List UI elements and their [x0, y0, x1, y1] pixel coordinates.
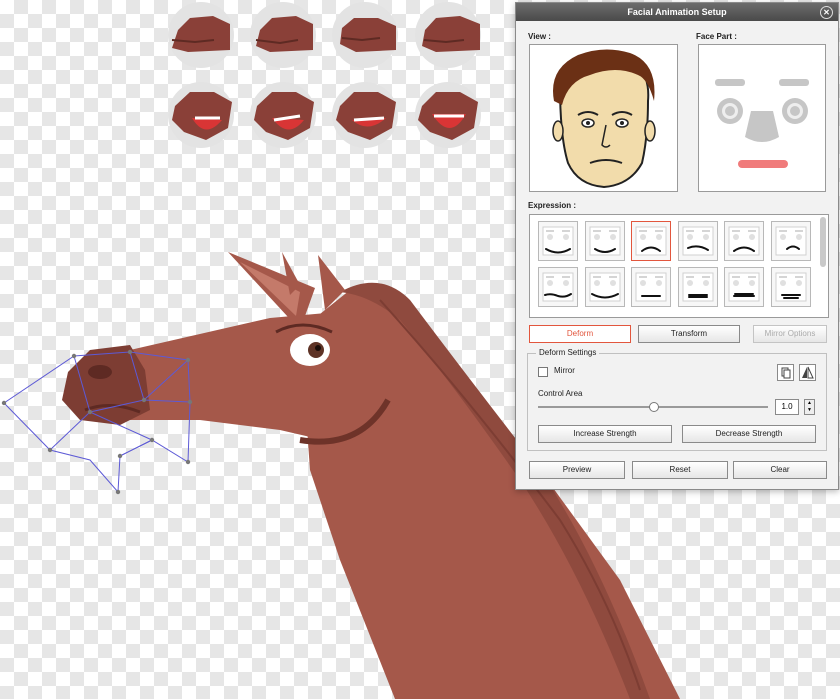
thumbnail-4[interactable] — [415, 2, 481, 68]
window-titlebar[interactable]: Facial Animation Setup ✕ — [516, 3, 838, 21]
decrease-strength-button[interactable]: Decrease Strength — [682, 425, 816, 443]
mirror-options-button[interactable]: Mirror Options — [753, 325, 827, 343]
thumbnail-8[interactable] — [415, 82, 481, 148]
thumbnail-1[interactable] — [168, 2, 234, 68]
clear-button[interactable]: Clear — [733, 461, 827, 479]
deform-settings-group: Deform Settings Mirror Control Area 1.0 … — [527, 348, 827, 451]
expression-thumb-6[interactable] — [770, 221, 811, 261]
expression-thumb-5[interactable] — [724, 221, 764, 261]
preview-button[interactable]: Preview — [529, 461, 625, 479]
face-part-label: Face Part : — [696, 32, 737, 41]
expression-thumb-10[interactable] — [677, 267, 718, 307]
deform-settings-title: Deform Settings — [536, 348, 600, 357]
expression-thumb-7[interactable] — [538, 267, 578, 307]
deform-button[interactable]: Deform — [529, 325, 631, 343]
expression-thumb-12[interactable] — [770, 267, 811, 307]
reset-button[interactable]: Reset — [632, 461, 728, 479]
expression-scrollbar[interactable] — [820, 217, 826, 267]
view-panel[interactable] — [529, 44, 678, 192]
close-icon[interactable]: ✕ — [820, 6, 833, 19]
face-part-panel[interactable] — [698, 44, 826, 192]
thumbnail-7[interactable] — [332, 82, 398, 148]
mirror-label: Mirror — [554, 366, 575, 375]
control-area-spinner[interactable]: ▲ ▼ — [804, 399, 815, 415]
horse-expression-thumbnails — [168, 2, 481, 148]
control-area-slider-thumb[interactable] — [649, 402, 659, 412]
control-area-label: Control Area — [538, 389, 583, 398]
expression-panel — [529, 214, 829, 318]
thumbnail-5[interactable] — [168, 82, 234, 148]
thumbnail-3[interactable] — [332, 2, 398, 68]
expression-thumb-9[interactable] — [631, 267, 671, 307]
expression-grid — [538, 221, 811, 307]
character-face-preview — [552, 49, 656, 189]
expression-thumb-3[interactable] — [631, 221, 671, 261]
expression-thumb-2[interactable] — [584, 221, 625, 261]
thumbnail-6[interactable] — [250, 82, 316, 148]
control-area-input[interactable]: 1.0 — [775, 399, 799, 415]
copy-icon[interactable] — [777, 364, 794, 381]
expression-thumb-4[interactable] — [677, 221, 718, 261]
mirror-checkbox[interactable] — [538, 367, 548, 377]
expression-thumb-11[interactable] — [724, 267, 764, 307]
flip-icon[interactable] — [799, 364, 816, 381]
increase-strength-button[interactable]: Increase Strength — [538, 425, 672, 443]
expression-thumb-8[interactable] — [584, 267, 625, 307]
expression-thumb-1[interactable] — [538, 221, 578, 261]
view-label: View : — [528, 32, 551, 41]
expression-label: Expression : — [528, 201, 577, 210]
transform-button[interactable]: Transform — [638, 325, 740, 343]
window-title: Facial Animation Setup — [627, 7, 727, 17]
face-part-diagram — [715, 79, 809, 168]
facial-animation-setup-window: Facial Animation Setup ✕ View : Face Par… — [515, 2, 839, 490]
thumbnail-2[interactable] — [250, 2, 316, 68]
